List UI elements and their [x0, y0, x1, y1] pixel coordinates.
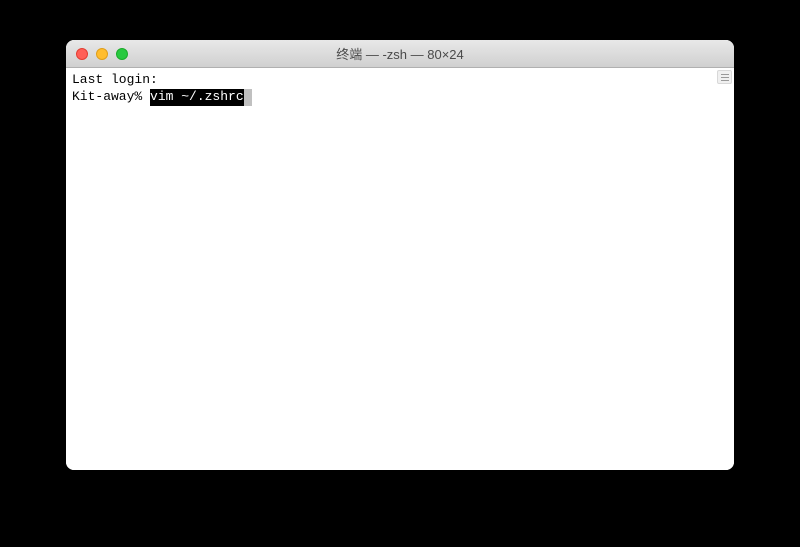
terminal-window: 终端 — -zsh — 80×24 Last login: Kit-away% … [66, 40, 734, 470]
maximize-button[interactable] [116, 48, 128, 60]
scrollbar-grip-icon [718, 71, 731, 83]
terminal-prompt-line: Kit-away% vim ~/.zshrc [72, 89, 728, 106]
terminal-cursor [244, 89, 252, 106]
window-title: 终端 — -zsh — 80×24 [66, 44, 734, 63]
window-titlebar[interactable]: 终端 — -zsh — 80×24 [66, 40, 734, 68]
shell-prompt: Kit-away% [72, 89, 150, 106]
command-text: vim ~/.zshrc [150, 89, 244, 106]
terminal-content[interactable]: Last login: Kit-away% vim ~/.zshrc [66, 68, 734, 470]
terminal-line-last-login: Last login: [72, 72, 728, 89]
close-button[interactable] [76, 48, 88, 60]
minimize-button[interactable] [96, 48, 108, 60]
scrollbar-indicator[interactable] [717, 70, 732, 84]
traffic-lights [66, 48, 128, 60]
